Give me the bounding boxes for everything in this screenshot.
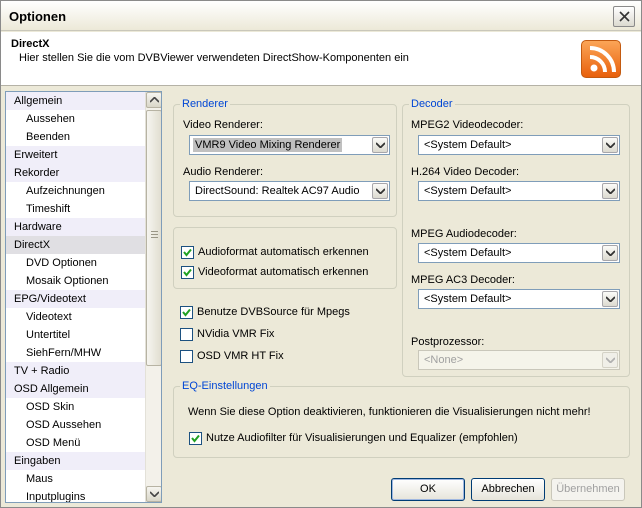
sidebar-item[interactable]: Maus — [6, 470, 145, 488]
mpeg2-decoder-select[interactable]: <System Default> — [418, 135, 620, 155]
sidebar-item[interactable]: SiehFern/MHW — [6, 344, 145, 362]
sidebar-item[interactable]: Untertitel — [6, 326, 145, 344]
mpeg-audio-decoder-label: MPEG Audiodecoder: — [411, 228, 517, 240]
sidebar-item[interactable]: Allgemein — [6, 92, 145, 110]
checkmark-icon — [183, 268, 192, 277]
page-subtitle: Hier stellen Sie die vom DVBViewer verwe… — [19, 52, 409, 64]
audio-renderer-value: DirectSound: Realtek AC97 Audio — [195, 185, 360, 197]
chevron-down-icon[interactable] — [372, 183, 388, 199]
eq-settings-group: EQ-Einstellungen Wenn Sie diese Option d… — [173, 380, 630, 458]
chevron-down-icon — [602, 352, 618, 368]
postprocessor-value: <None> — [424, 354, 464, 366]
nvidia-vmr-fix-label: NVidia VMR Fix — [197, 328, 275, 340]
eq-group-title: EQ-Einstellungen — [180, 380, 270, 392]
page-title: DirectX — [11, 38, 50, 50]
cancel-button[interactable]: Abbrechen — [471, 478, 545, 501]
sidebar-scrollbar[interactable] — [145, 92, 161, 502]
close-button[interactable] — [613, 6, 635, 27]
apply-button[interactable]: Übernehmen — [551, 478, 625, 501]
scroll-down-button[interactable] — [146, 486, 161, 502]
audio-renderer-select[interactable]: DirectSound: Realtek AC97 Audio — [189, 181, 390, 201]
category-list[interactable]: Allgemein Aussehen Beenden Erweitert Rekorde… — [5, 91, 162, 503]
close-icon — [619, 11, 630, 22]
ac3-decoder-label: MPEG AC3 Decoder: — [411, 274, 515, 286]
format-detection-group: Audioformat automatisch erkennen Videofo… — [173, 227, 397, 289]
osd-vmr-ht-fix-label: OSD VMR HT Fix — [197, 350, 284, 362]
chevron-down-icon — [150, 491, 159, 497]
options-window: Optionen DirectX Hier stellen Sie die vo… — [0, 0, 642, 508]
sidebar-item[interactable]: Aufzeichnungen — [6, 182, 145, 200]
mpeg2-decoder-label: MPEG2 Videodecoder: — [411, 119, 524, 131]
sidebar-item[interactable]: DVD Optionen — [6, 254, 145, 272]
checkmark-icon — [183, 248, 192, 257]
video-renderer-value: VMR9 Video Mixing Renderer — [193, 138, 343, 152]
sidebar-item[interactable]: OSD Allgemein — [6, 380, 145, 398]
page-header: DirectX Hier stellen Sie die vom DVBView… — [1, 32, 641, 86]
checkmark-icon — [182, 308, 191, 317]
rss-feed-icon — [581, 40, 621, 78]
renderer-group-title: Renderer — [180, 98, 230, 110]
sidebar-item[interactable]: DirectX — [6, 236, 145, 254]
sidebar-item[interactable]: Hardware — [6, 218, 145, 236]
sidebar-item[interactable]: Aussehen — [6, 110, 145, 128]
renderer-group: Renderer Video Renderer: VMR9 Video Mixi… — [173, 98, 397, 217]
ac3-decoder-value: <System Default> — [424, 293, 512, 305]
sidebar-item[interactable]: EPG/Videotext — [6, 290, 145, 308]
sidebar-item[interactable]: OSD Menü — [6, 434, 145, 452]
dvbsource-label: Benutze DVBSource für Mpegs — [197, 306, 350, 318]
chevron-down-icon[interactable] — [602, 291, 618, 307]
sidebar-item[interactable]: Timeshift — [6, 200, 145, 218]
mpeg-audio-decoder-select[interactable]: <System Default> — [418, 243, 620, 263]
window-title: Optionen — [9, 9, 67, 24]
checkmark-icon — [191, 434, 200, 443]
postprocessor-label: Postprozessor: — [411, 336, 485, 348]
h264-decoder-label: H.264 Video Decoder: — [411, 166, 520, 178]
decoder-group: Decoder MPEG2 Videodecoder: <System Defa… — [402, 98, 630, 377]
audio-renderer-label: Audio Renderer: — [183, 166, 264, 178]
sidebar-item[interactable]: Rekorder — [6, 164, 145, 182]
video-renderer-select[interactable]: VMR9 Video Mixing Renderer — [189, 135, 390, 155]
decoder-group-title: Decoder — [409, 98, 455, 110]
sidebar-item[interactable]: TV + Radio — [6, 362, 145, 380]
audiofilter-label: Nutze Audiofilter für Visualisierungen u… — [206, 432, 518, 444]
chevron-down-icon[interactable] — [372, 137, 388, 153]
sidebar-item[interactable]: OSD Skin — [6, 398, 145, 416]
video-renderer-label: Video Renderer: — [183, 119, 263, 131]
eq-info-text: Wenn Sie diese Option deaktivieren, funk… — [188, 406, 591, 418]
sidebar-item[interactable]: Erweitert — [6, 146, 145, 164]
title-bar: Optionen — [1, 1, 641, 31]
chevron-down-icon[interactable] — [602, 137, 618, 153]
postprocessor-select[interactable]: <None> — [418, 350, 620, 370]
ok-button[interactable]: OK — [391, 478, 465, 501]
mpeg-audio-decoder-value: <System Default> — [424, 247, 512, 259]
ac3-decoder-select[interactable]: <System Default> — [418, 289, 620, 309]
sidebar-item[interactable]: Inputplugins — [6, 488, 145, 502]
h264-decoder-select[interactable]: <System Default> — [418, 181, 620, 201]
chevron-down-icon[interactable] — [602, 183, 618, 199]
chevron-up-icon — [150, 97, 159, 103]
sidebar-item[interactable]: OSD Aussehen — [6, 416, 145, 434]
scroll-thumb[interactable] — [146, 110, 161, 366]
videoformat-auto-label: Videoformat automatisch erkennen — [198, 266, 369, 278]
sidebar-item[interactable]: Eingaben — [6, 452, 145, 470]
sidebar-item[interactable]: Beenden — [6, 128, 145, 146]
scroll-up-button[interactable] — [146, 92, 161, 108]
sidebar-item[interactable]: Videotext — [6, 308, 145, 326]
h264-decoder-value: <System Default> — [424, 185, 512, 197]
chevron-down-icon[interactable] — [602, 245, 618, 261]
sidebar-item[interactable]: Mosaik Optionen — [6, 272, 145, 290]
mpeg2-decoder-value: <System Default> — [424, 139, 512, 151]
audioformat-auto-label: Audioformat automatisch erkennen — [198, 246, 369, 258]
